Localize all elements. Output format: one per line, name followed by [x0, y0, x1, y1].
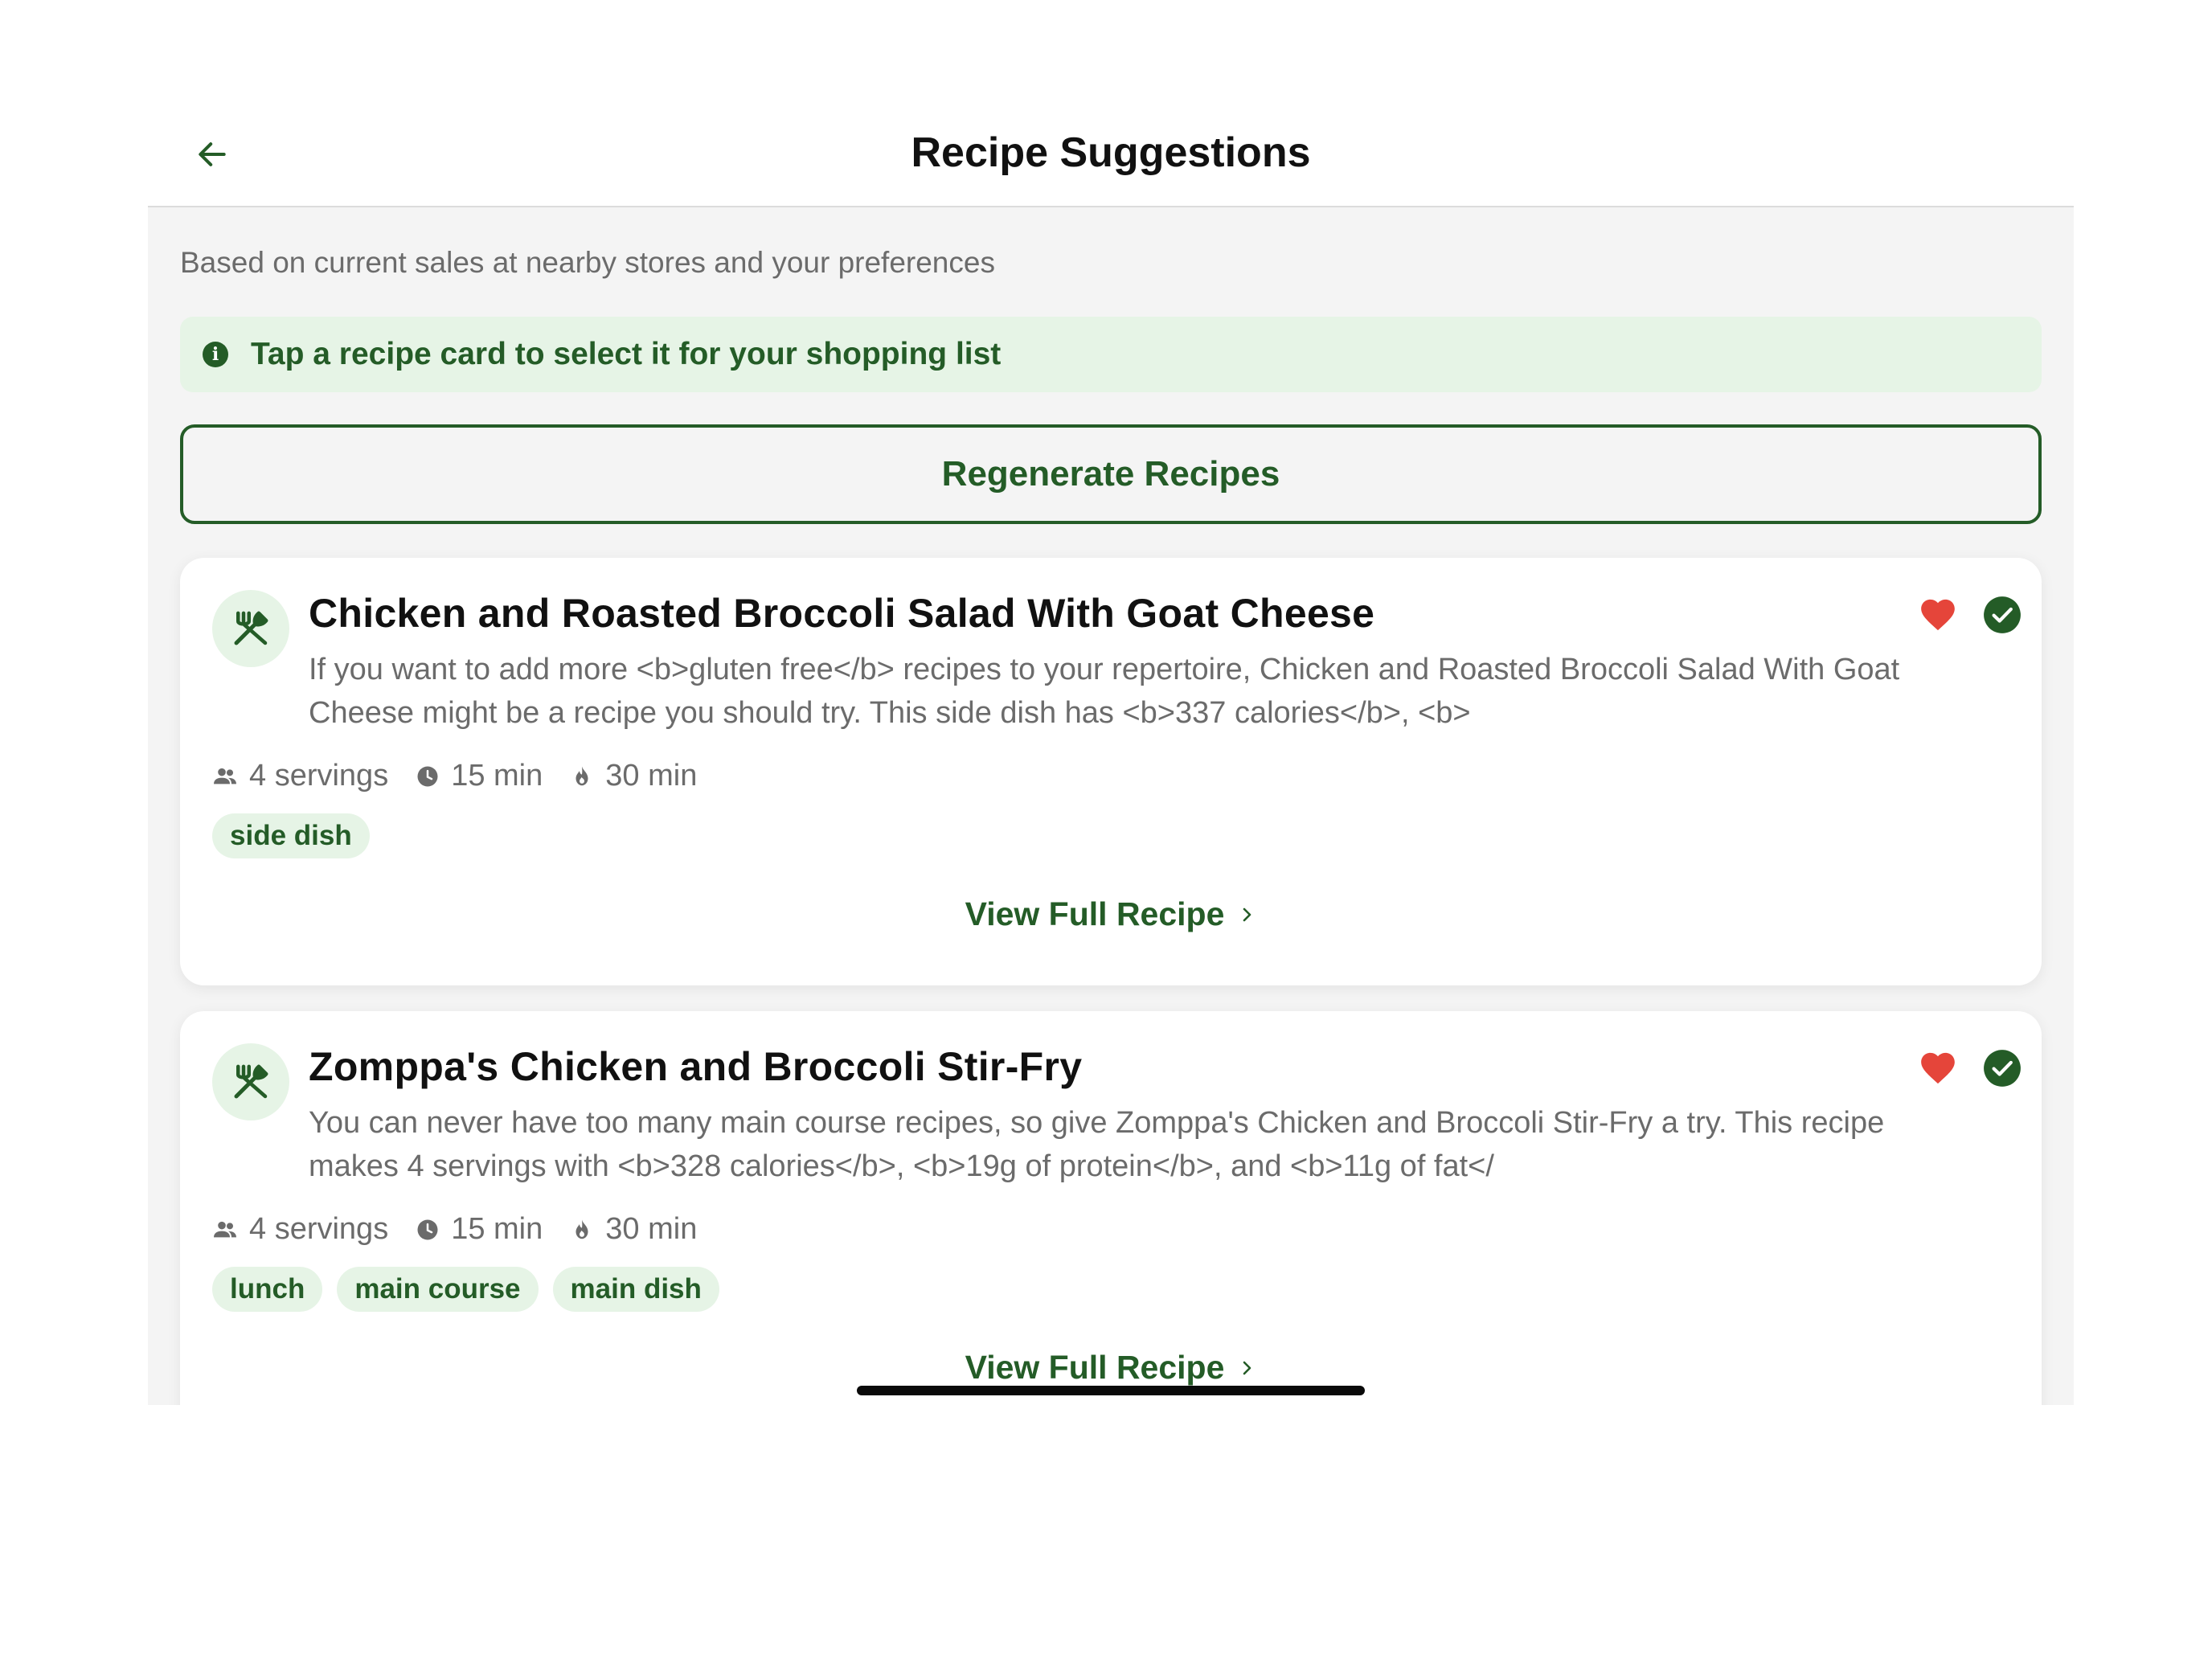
clock-icon [417, 766, 438, 786]
prep-time-meta: 15 min [416, 759, 543, 793]
top-bar: Recipe Suggestions [148, 0, 2074, 207]
info-icon: i [203, 342, 228, 367]
recipe-avatar [212, 590, 289, 667]
servings-meta: 4 servings [212, 759, 388, 793]
page-title: Recipe Suggestions [911, 129, 1311, 176]
prep-time-text: 15 min [451, 759, 543, 793]
info-banner: i Tap a recipe card to select it for you… [180, 317, 2042, 392]
recipe-tag: main dish [552, 1267, 719, 1312]
servings-text: 4 servings [249, 759, 389, 793]
regenerate-recipes-button[interactable]: Regenerate Recipes [180, 424, 2042, 524]
utensils-icon [234, 611, 268, 645]
cook-time-text: 30 min [605, 1212, 698, 1246]
page-subtitle: Based on current sales at nearby stores … [180, 246, 995, 279]
recipe-description: If you want to add more <b>gluten free</… [309, 653, 1900, 730]
cook-time-meta: 30 min [570, 759, 697, 793]
heart-icon[interactable] [1918, 1048, 1958, 1088]
flame-icon [576, 766, 588, 785]
servings-text: 4 servings [249, 1212, 389, 1246]
check-circle-icon[interactable] [1982, 595, 2022, 635]
flame-icon [576, 1219, 588, 1239]
recipe-tag: main course [337, 1267, 539, 1312]
cook-time-meta: 30 min [570, 1212, 697, 1247]
recipe-tags: side dish [212, 813, 384, 858]
recipe-avatar [212, 1043, 289, 1120]
recipe-meta: 4 servings 15 min 30 min [212, 1212, 724, 1247]
app-frame: Recipe Suggestions Based on current sale… [148, 0, 2074, 1461]
chevron-right-icon [1243, 1361, 1251, 1374]
cook-time-text: 30 min [605, 759, 698, 793]
people-icon [214, 1221, 236, 1237]
recipe-title: Zomppa's Chicken and Broccoli Stir-Fry [309, 1044, 1083, 1089]
prep-time-meta: 15 min [416, 1212, 543, 1247]
view-full-recipe-link[interactable]: View Full Recipe [180, 1349, 2042, 1387]
home-indicator[interactable] [857, 1386, 1365, 1395]
recipe-card[interactable]: Chicken and Roasted Broccoli Salad With … [180, 558, 2042, 985]
below-screen-area [148, 1405, 2074, 1659]
servings-meta: 4 servings [212, 1212, 388, 1247]
heart-icon[interactable] [1918, 595, 1958, 635]
people-icon [214, 768, 236, 784]
recipe-tag: side dish [212, 813, 370, 858]
check-circle-icon[interactable] [1982, 1048, 2022, 1088]
recipe-meta: 4 servings 15 min 30 min [212, 759, 724, 793]
prep-time-text: 15 min [451, 1212, 543, 1246]
chevron-right-icon [1243, 907, 1251, 921]
view-full-recipe-label: View Full Recipe [965, 1349, 1225, 1386]
clock-icon [417, 1219, 438, 1239]
recipe-description: You can never have too many main course … [309, 1106, 1885, 1183]
view-full-recipe-link[interactable]: View Full Recipe [180, 895, 2042, 933]
view-full-recipe-label: View Full Recipe [965, 895, 1225, 932]
recipe-tags: lunch main course main dish [212, 1267, 734, 1312]
info-banner-text: Tap a recipe card to select it for your … [251, 337, 1002, 371]
recipe-tag: lunch [212, 1267, 323, 1312]
recipe-title: Chicken and Roasted Broccoli Salad With … [309, 591, 1375, 636]
utensils-icon [234, 1064, 268, 1099]
